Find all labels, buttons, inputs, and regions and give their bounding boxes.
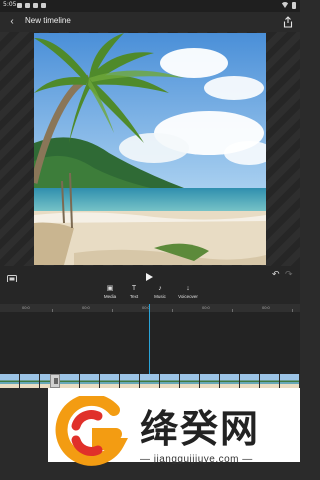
watermark-brand: 绛癸网 bbox=[140, 407, 261, 451]
notification-icon bbox=[33, 3, 38, 8]
app-header: ‹ New timeline bbox=[0, 12, 300, 32]
bottom-left-panel bbox=[0, 388, 48, 462]
redo-icon: ↷ bbox=[285, 269, 293, 279]
video-preview-frame[interactable] bbox=[34, 33, 266, 265]
clip-thumbnail bbox=[60, 374, 80, 388]
text-icon: T bbox=[131, 285, 137, 292]
watermark-logo bbox=[54, 393, 129, 470]
voiceover-label: Voiceover bbox=[178, 294, 198, 299]
clip-thumbnail bbox=[220, 374, 240, 388]
playback-controls: ↶ ↷ bbox=[0, 266, 300, 283]
beach-scene-image bbox=[34, 33, 266, 265]
wifi-icon bbox=[281, 2, 289, 8]
url-dash-right: — bbox=[242, 454, 253, 465]
clip-thumbnail bbox=[240, 374, 260, 388]
notification-icon bbox=[41, 3, 46, 8]
ruler-tick-label: 00:0 bbox=[22, 305, 30, 310]
status-icons bbox=[281, 2, 296, 9]
voiceover-button[interactable]: ↓ Voiceover bbox=[173, 285, 203, 303]
clip-thumbnail bbox=[100, 374, 120, 388]
video-clip-track[interactable] bbox=[0, 374, 300, 388]
clip-thumbnail bbox=[0, 374, 20, 388]
clip-thumbnail bbox=[160, 374, 180, 388]
share-icon bbox=[283, 16, 293, 28]
undo-icon: ↶ bbox=[272, 269, 280, 279]
ruler-tick-label: 00:0 bbox=[262, 305, 270, 310]
timeline-ruler[interactable]: 00:0 00:0 00:0 00:0 00:0 bbox=[0, 304, 300, 312]
undo-button[interactable]: ↶ bbox=[272, 270, 282, 279]
music-label: Music bbox=[154, 294, 166, 299]
play-button[interactable] bbox=[144, 269, 154, 281]
clip-thumbnail bbox=[200, 374, 220, 388]
url-text: jiangguijiuye.com bbox=[153, 454, 239, 465]
page-title: New timeline bbox=[25, 16, 71, 25]
video-preview-area bbox=[0, 32, 300, 266]
share-button[interactable] bbox=[283, 15, 293, 28]
chevron-left-icon: ‹ bbox=[10, 16, 14, 27]
clip-thumbnail bbox=[120, 374, 140, 388]
playhead[interactable] bbox=[149, 304, 150, 374]
image-icon: ▣ bbox=[106, 285, 114, 292]
status-bar: 5:05 bbox=[0, 0, 300, 12]
clip-thumbnail bbox=[260, 374, 280, 388]
clip-thumbnail bbox=[280, 374, 300, 388]
aspect-ratio-button[interactable] bbox=[7, 270, 17, 283]
watermark-url: — jiangguijiuye.com — bbox=[140, 454, 253, 465]
back-button[interactable]: ‹ bbox=[6, 16, 18, 28]
edit-toolbar: ▣ Media T Text ♪ Music ↓ Voiceover bbox=[0, 282, 300, 304]
notification-icon bbox=[17, 3, 22, 8]
notification-icon bbox=[25, 3, 30, 8]
clip-thumbnail bbox=[180, 374, 200, 388]
ruler-tick-label: 00:0 bbox=[82, 305, 90, 310]
ruler-tick-label: 00:0 bbox=[202, 305, 210, 310]
play-icon bbox=[146, 273, 153, 281]
microphone-icon: ↓ bbox=[186, 285, 190, 292]
clip-trim-handle[interactable] bbox=[50, 374, 60, 388]
clip-thumbnail bbox=[20, 374, 40, 388]
music-button[interactable]: ♪ Music bbox=[145, 285, 175, 303]
status-time: 5:05 bbox=[3, 1, 17, 8]
music-note-icon: ♪ bbox=[158, 285, 162, 292]
clip-thumbnail bbox=[80, 374, 100, 388]
clip-thumbnail bbox=[140, 374, 160, 388]
battery-icon bbox=[292, 2, 296, 9]
redo-button[interactable]: ↷ bbox=[285, 270, 295, 279]
url-dash-left: — bbox=[140, 454, 151, 465]
